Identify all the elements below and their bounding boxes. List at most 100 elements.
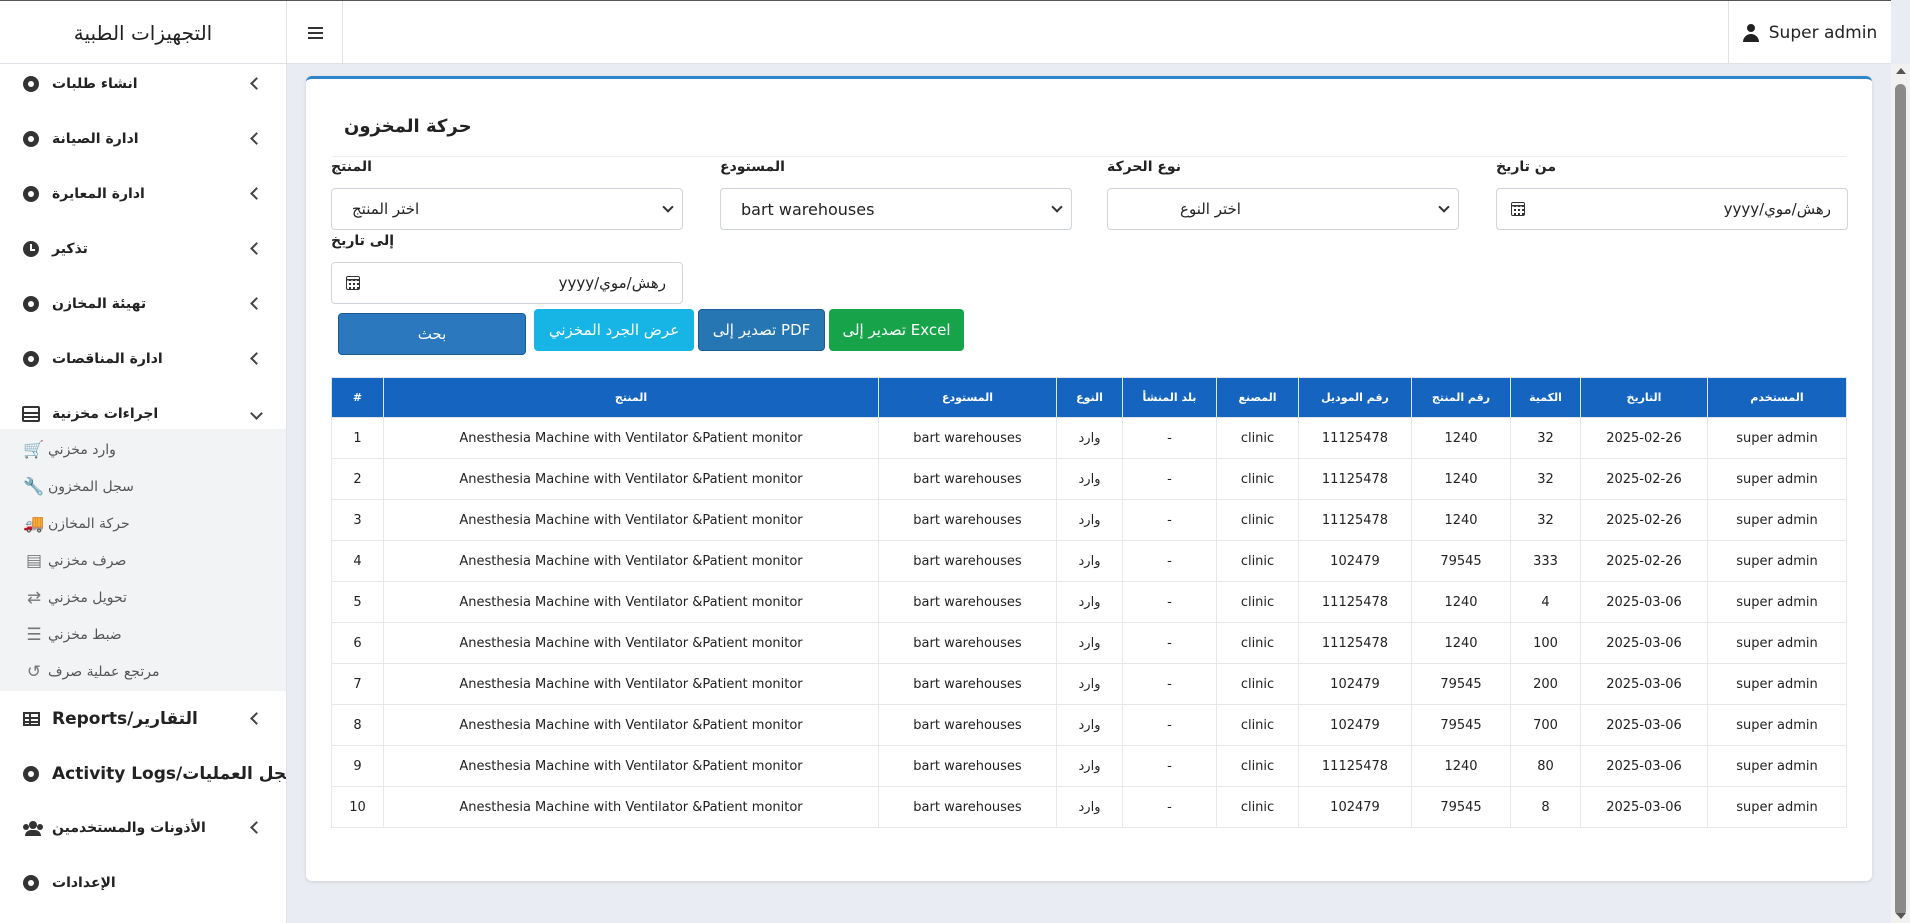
sidebar-item-permissions-users[interactable]: الأذونات والمستخدمين <box>0 800 286 855</box>
user-icon <box>1742 23 1759 42</box>
sub-item-stock-log[interactable]: 🔧 سجل المخزون <box>0 468 286 505</box>
sub-item-stock-transfer[interactable]: ⇄ تحويل مخزني <box>0 579 286 616</box>
sub-item-stock-in[interactable]: 🛒 وارد مخزني <box>0 431 286 468</box>
table-cell: وارد <box>1056 540 1123 582</box>
table-cell: Anesthesia Machine with Ventilator &Pati… <box>383 622 879 664</box>
table-row: 1 Anesthesia Machine with Ventilator &Pat… <box>331 417 1847 459</box>
table-cell: 79545 <box>1411 704 1511 746</box>
menu-toggle-button[interactable] <box>288 1 343 64</box>
product-select[interactable]: اختر المنتج <box>331 188 683 230</box>
table-cell: Anesthesia Machine with Ventilator &Pati… <box>383 540 879 582</box>
table-cell: clinic <box>1216 581 1299 623</box>
table-cell: bart warehouses <box>878 622 1057 664</box>
sidebar-item-calibration[interactable]: ادارة المعايرة <box>0 166 286 221</box>
sidebar-item-warehouse-setup[interactable]: تهيئة المخازن <box>0 276 286 331</box>
sidebar-item-label: ادارة الصيانة <box>52 130 139 147</box>
column-header[interactable]: النوع <box>1056 377 1123 418</box>
brand[interactable]: التجهيزات الطبية <box>0 1 287 64</box>
sidebar-item-reports[interactable]: Reports/التقارير <box>0 691 286 746</box>
chevron-left-icon <box>250 132 263 145</box>
warehouse-label: المستودع <box>720 159 785 175</box>
column-header[interactable]: الكمية <box>1510 377 1581 418</box>
table-cell: 11125478 <box>1298 745 1412 787</box>
sub-item-dispense-return[interactable]: ↺ مرتجع عملية صرف <box>0 653 286 690</box>
from-date-label: من تاريخ <box>1496 159 1557 175</box>
sub-item-label: حركة المخازن <box>48 515 130 532</box>
scrollbar-thumb[interactable] <box>1895 84 1906 916</box>
table-cell: 32 <box>1510 458 1581 500</box>
column-header[interactable]: بلد المنشأ <box>1122 377 1217 418</box>
table-cell: Anesthesia Machine with Ventilator &Pati… <box>383 663 879 705</box>
page-title: حركة المخزون <box>344 116 472 137</box>
table-row: 8 Anesthesia Machine with Ventilator &Pat… <box>331 704 1847 746</box>
table-cell: 2025-02-26 <box>1580 499 1708 541</box>
column-header[interactable]: المستودع <box>878 377 1057 418</box>
gear-icon <box>21 293 41 314</box>
table-icon <box>22 710 40 728</box>
table-cell: 11125478 <box>1298 417 1412 459</box>
sidebar-item-label: ادارة المعايرة <box>52 185 145 202</box>
search-button[interactable]: بحث <box>338 313 526 355</box>
table-cell: 5 <box>331 581 384 623</box>
move-type-select[interactable]: اختر النوع <box>1107 188 1459 230</box>
to-date-value: yyyy/رهش/موي <box>558 274 666 292</box>
table-cell: super admin <box>1707 458 1847 500</box>
table-row: 6 Anesthesia Machine with Ventilator &Pat… <box>331 622 1847 664</box>
product-label: المنتج <box>331 159 372 175</box>
table-cell: super admin <box>1707 581 1847 623</box>
table-cell: super admin <box>1707 540 1847 582</box>
table-cell: super admin <box>1707 663 1847 705</box>
table-cell: 79545 <box>1411 786 1511 828</box>
sidebar-item-reminder[interactable]: تذكير <box>0 221 286 276</box>
sidebar-item-maintenance[interactable]: ادارة الصيانة <box>0 111 286 166</box>
table-cell: وارد <box>1056 458 1123 500</box>
sidebar-item-label: انشاء طلبات <box>52 75 138 92</box>
table-row: 9 Anesthesia Machine with Ventilator &Pat… <box>331 745 1847 787</box>
page-scrollbar[interactable] <box>1891 64 1910 923</box>
sliders-icon: ☰ <box>26 624 42 645</box>
table-cell: bart warehouses <box>878 745 1057 787</box>
show-inventory-button[interactable]: عرض الجرد المخزني <box>534 309 694 351</box>
export-pdf-button[interactable]: تصدير إلى PDF <box>698 309 825 351</box>
sub-item-stock-movement[interactable]: 🚚 حركة المخازن <box>0 505 286 542</box>
column-header[interactable]: # <box>331 377 384 418</box>
column-header[interactable]: المستخدم <box>1707 377 1847 418</box>
gear-icon <box>21 872 41 893</box>
from-date-value: yyyy/رهش/موي <box>1723 200 1831 218</box>
table-cell: bart warehouses <box>878 540 1057 582</box>
sidebar-item-label: الأذونات والمستخدمين <box>52 819 206 836</box>
table-cell: 2 <box>331 458 384 500</box>
table-cell: 102479 <box>1298 786 1412 828</box>
scroll-up-arrow[interactable] <box>1896 68 1906 74</box>
chevron-left-icon <box>250 297 263 310</box>
scroll-down-arrow[interactable] <box>1896 913 1906 919</box>
user-name: Super admin <box>1768 22 1878 43</box>
table-cell: 2025-02-26 <box>1580 417 1708 459</box>
warehouse-select[interactable]: bart warehouses <box>720 188 1072 230</box>
table-cell: clinic <box>1216 786 1299 828</box>
export-excel-button[interactable]: تصدير إلى Excel <box>829 309 964 351</box>
sidebar-item-create-requests[interactable]: انشاء طلبات <box>0 64 286 111</box>
table-cell: 333 <box>1510 540 1581 582</box>
sidebar-item-activity-logs[interactable]: Activity Logs/سجل العمليات <box>0 746 286 801</box>
column-header[interactable]: المصنع <box>1216 377 1299 418</box>
table-cell: 2025-03-06 <box>1580 622 1708 664</box>
table-cell: 10 <box>331 786 384 828</box>
table-cell: super admin <box>1707 499 1847 541</box>
user-menu[interactable]: Super admin <box>1728 1 1891 64</box>
column-header[interactable]: التاريخ <box>1580 377 1708 418</box>
to-date-input[interactable]: yyyy/رهش/موي <box>331 262 683 304</box>
table-cell: bart warehouses <box>878 704 1057 746</box>
table-cell: 11125478 <box>1298 622 1412 664</box>
sub-item-stock-dispense[interactable]: ▤ صرف مخزني <box>0 542 286 579</box>
column-header[interactable]: رقم الموديل <box>1298 377 1412 418</box>
from-date-input[interactable]: yyyy/رهش/موي <box>1496 188 1848 230</box>
column-header[interactable]: رقم المنتج <box>1411 377 1511 418</box>
sidebar-item-settings[interactable]: الإعدادات <box>0 855 286 910</box>
sub-item-stock-adjust[interactable]: ☰ ضبط مخزني <box>0 616 286 653</box>
chevron-down-icon <box>662 201 674 213</box>
column-header[interactable]: المنتج <box>383 377 879 418</box>
sidebar-item-tenders[interactable]: ادارة المناقصات <box>0 331 286 386</box>
sub-item-label: صرف مخزني <box>48 552 127 569</box>
table-cell: - <box>1122 499 1217 541</box>
